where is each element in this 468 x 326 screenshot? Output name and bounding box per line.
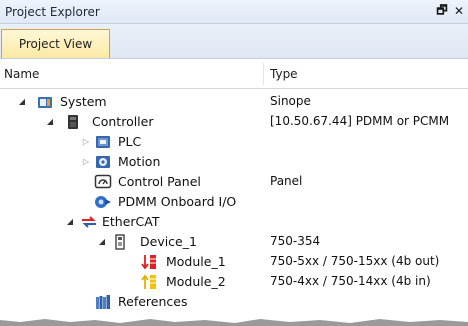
tree-row-pdmm-onboard-io[interactable]: PDMM Onboard I/O xyxy=(0,192,468,212)
tree-row-system[interactable]: ◢ System Sinope xyxy=(0,92,468,112)
tree-label: Controller xyxy=(92,114,154,129)
tree-row-controller[interactable]: ◢ Controller [10.50.67.44] PDMM or PCMM xyxy=(0,112,468,132)
panel-titlebar: Project Explorer 🗗 ✕ xyxy=(0,0,468,24)
tree-row-control-panel[interactable]: Control Panel Panel xyxy=(0,172,468,192)
tree-label: Motion xyxy=(118,154,161,169)
column-divider[interactable] xyxy=(263,63,264,85)
tree-type: 750-5xx / 750-15xx (4b out) xyxy=(270,254,440,268)
tree-label: PDMM Onboard I/O xyxy=(118,194,237,209)
tree-row-plc[interactable]: ▷ PLC xyxy=(0,132,468,152)
tree-column-header: Name Type xyxy=(0,59,468,89)
ethercat-icon xyxy=(82,216,96,228)
collapse-arrow-icon[interactable]: ◢ xyxy=(96,235,108,247)
plc-icon xyxy=(96,136,110,148)
close-icon[interactable]: ✕ xyxy=(451,3,467,19)
tree-row-module-2[interactable]: Module_2 750-4xx / 750-14xx (4b in) xyxy=(0,272,468,292)
expand-arrow-icon[interactable]: ▷ xyxy=(80,155,92,167)
collapse-arrow-icon[interactable]: ◢ xyxy=(64,215,76,227)
tree-row-motion[interactable]: ▷ Motion xyxy=(0,152,468,172)
tree-label: Module_1 xyxy=(166,254,226,269)
tree-row-device-1[interactable]: ◢ Device_1 750-354 xyxy=(0,232,468,252)
tree-type: Sinope xyxy=(270,94,311,108)
tree-label: Device_1 xyxy=(140,234,197,249)
column-header-type[interactable]: Type xyxy=(270,67,298,81)
tree-row-module-1[interactable]: Module_1 750-5xx / 750-15xx (4b out) xyxy=(0,252,468,272)
input-module-icon xyxy=(141,274,156,289)
tree-type: Panel xyxy=(270,174,303,188)
expand-arrow-icon[interactable]: ▷ xyxy=(80,135,92,147)
motion-icon xyxy=(96,156,110,168)
tree-row-ethercat[interactable]: ◢ EtherCAT xyxy=(0,212,468,232)
system-icon xyxy=(38,97,52,108)
tree-label: Control Panel xyxy=(118,174,201,189)
tree-label: EtherCAT xyxy=(102,214,160,229)
output-module-icon xyxy=(141,255,156,270)
collapse-arrow-icon[interactable]: ◢ xyxy=(16,95,28,107)
column-header-name[interactable]: Name xyxy=(4,67,39,81)
tab-strip: Project View xyxy=(0,24,468,59)
tree-label: PLC xyxy=(118,134,142,149)
tree-label: Module_2 xyxy=(166,274,226,289)
tree-type: 750-4xx / 750-14xx (4b in) xyxy=(270,274,431,288)
tree-row-references[interactable]: References xyxy=(0,292,468,312)
project-tree: ◢ System Sinope ◢ Controller [10.50.67.4… xyxy=(0,89,468,326)
restore-window-icon[interactable]: 🗗 xyxy=(434,3,450,19)
tree-label: References xyxy=(118,294,188,309)
references-icon xyxy=(96,295,110,309)
tab-project-view[interactable]: Project View xyxy=(1,29,110,58)
tree-type: 750-354 xyxy=(270,234,321,248)
tree-label: System xyxy=(60,94,107,109)
panel-title: Project Explorer xyxy=(5,5,100,19)
controller-icon xyxy=(68,115,78,129)
collapse-arrow-icon[interactable]: ◢ xyxy=(44,115,56,127)
torn-edge-divider xyxy=(0,319,468,326)
onboard-io-icon xyxy=(95,196,111,208)
project-explorer-panel: Project Explorer 🗗 ✕ Project View Name T… xyxy=(0,0,468,326)
control-panel-icon xyxy=(94,174,112,189)
tree-type: [10.50.67.44] PDMM or PCMM xyxy=(270,114,450,128)
device-icon xyxy=(115,234,125,250)
